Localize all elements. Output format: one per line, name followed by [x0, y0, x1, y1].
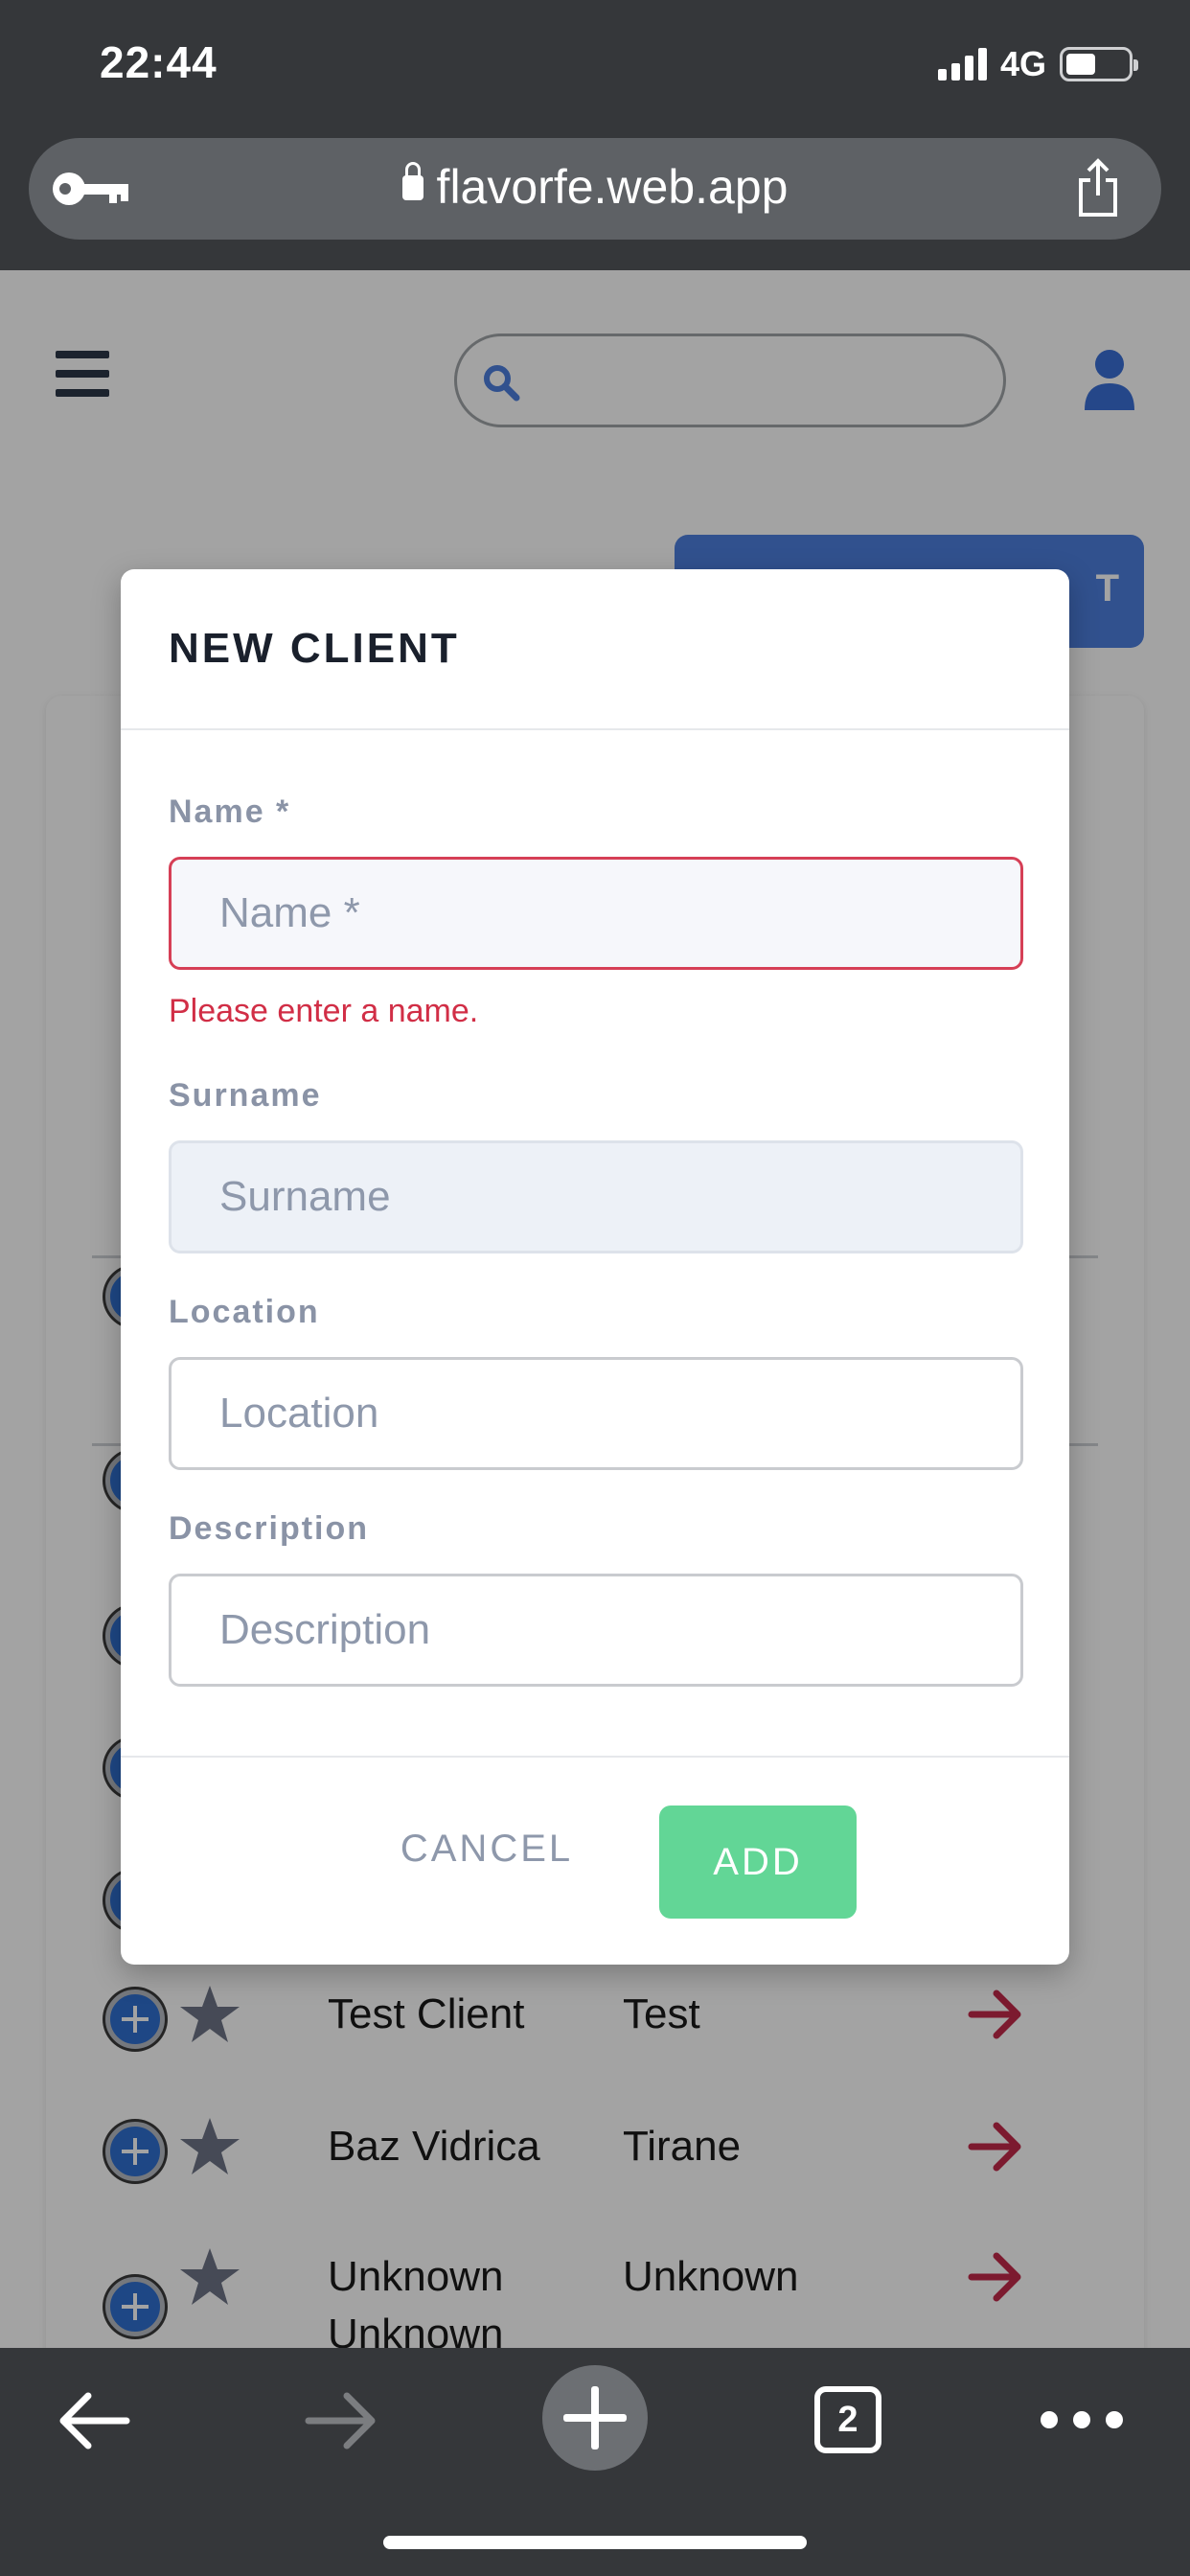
name-field[interactable]: [169, 857, 1023, 970]
cancel-button[interactable]: CANCEL: [372, 1809, 602, 1888]
battery-icon: [1060, 47, 1138, 81]
name-label: Name *: [169, 794, 291, 830]
status-indicators: 4G: [937, 44, 1138, 84]
description-label: Description: [169, 1510, 370, 1547]
status-time: 22:44: [100, 37, 217, 87]
surname-field[interactable]: [169, 1140, 1023, 1254]
tabs-button[interactable]: 2: [814, 2386, 881, 2453]
description-field[interactable]: [169, 1574, 1023, 1687]
browser-toolbar: 2: [0, 2348, 1190, 2576]
divider: [121, 1756, 1069, 1758]
location-label: Location: [169, 1294, 320, 1330]
back-arrow-icon[interactable]: [56, 2390, 130, 2451]
surname-label: Surname: [169, 1077, 322, 1114]
lock-icon: [401, 162, 423, 200]
add-button[interactable]: ADD: [659, 1806, 857, 1919]
home-indicator: [383, 2536, 807, 2549]
url-text: flavorfe.web.app: [436, 160, 789, 214]
divider: [121, 728, 1069, 730]
web-page: T Test Client Test Baz Vidrica Tirane Un…: [0, 270, 1190, 2348]
modal-title: NEW CLIENT: [169, 625, 460, 672]
network-type: 4G: [999, 44, 1046, 83]
location-field[interactable]: [169, 1357, 1023, 1470]
status-bar: 22:44 4G: [0, 0, 1190, 134]
name-error-message: Please enter a name.: [169, 993, 479, 1029]
signal-strength-icon: [937, 48, 987, 80]
address-bar[interactable]: flavorfe.web.app: [29, 138, 1161, 240]
new-tab-icon[interactable]: [542, 2365, 648, 2471]
forward-arrow-icon[interactable]: [305, 2390, 379, 2451]
url-display[interactable]: flavorfe.web.app: [29, 159, 1161, 215]
new-client-modal: NEW CLIENT Name * Please enter a name. S…: [121, 569, 1069, 1965]
more-icon[interactable]: [1041, 2411, 1123, 2428]
share-icon[interactable]: [1069, 157, 1127, 218]
